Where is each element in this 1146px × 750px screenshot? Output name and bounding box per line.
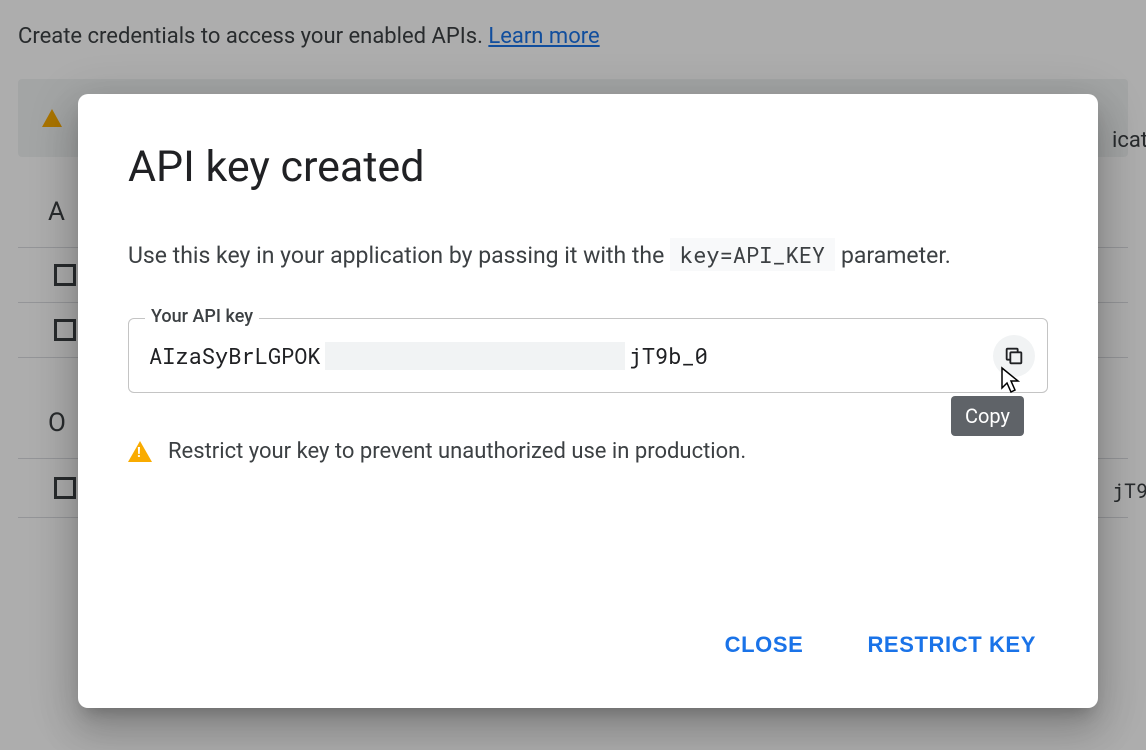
copy-icon bbox=[1003, 345, 1025, 367]
dialog-description: Use this key in your application by pass… bbox=[128, 240, 1048, 272]
api-key-created-dialog: API key created Use this key in your app… bbox=[78, 94, 1098, 708]
api-key-value: AIzaSyBrLGPOK jT9b_0 bbox=[149, 341, 708, 370]
redacted-segment bbox=[325, 342, 625, 370]
copy-tooltip: Copy bbox=[951, 396, 1024, 436]
close-button[interactable]: CLOSE bbox=[721, 622, 808, 668]
api-key-label: Your API key bbox=[145, 306, 259, 327]
dialog-actions: CLOSE RESTRICT KEY bbox=[128, 622, 1048, 678]
api-key-field[interactable]: Your API key AIzaSyBrLGPOK jT9b_0 bbox=[128, 318, 1048, 393]
restrict-warning-text: Restrict your key to prevent unauthorize… bbox=[168, 439, 746, 464]
code-parameter: key=API_KEY bbox=[670, 238, 835, 271]
dialog-title: API key created bbox=[128, 142, 1048, 192]
restrict-warning-row: Restrict your key to prevent unauthorize… bbox=[128, 439, 1048, 464]
restrict-key-button[interactable]: RESTRICT KEY bbox=[863, 622, 1040, 668]
api-key-field-container: Your API key AIzaSyBrLGPOK jT9b_0 Copy bbox=[128, 318, 1048, 393]
mouse-cursor-icon bbox=[996, 366, 1022, 402]
warning-icon bbox=[128, 441, 152, 462]
